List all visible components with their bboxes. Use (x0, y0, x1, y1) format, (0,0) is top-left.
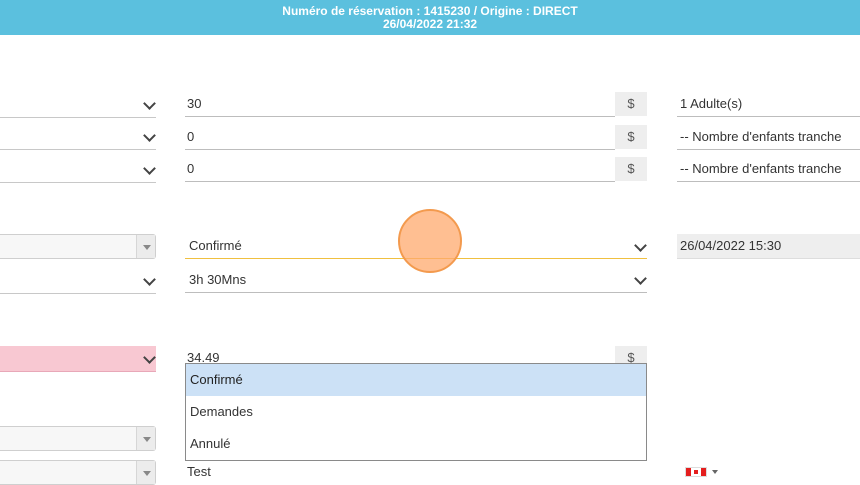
left-select-1[interactable] (0, 92, 156, 118)
left-select-4[interactable] (0, 268, 156, 294)
reservation-header: Numéro de réservation : 1415230 / Origin… (0, 0, 860, 35)
currency-addon-3: $ (615, 157, 647, 181)
duration-select[interactable]: 3h 30Mns (185, 268, 647, 293)
left-select-pink[interactable] (0, 346, 156, 372)
status-option-cancelled[interactable]: Annulé (186, 428, 646, 460)
adults-select[interactable]: 1 Adulte(s) (677, 92, 860, 117)
caret-down-icon[interactable] (712, 470, 718, 474)
chevron-down-icon (143, 128, 156, 142)
click-indicator (398, 209, 462, 273)
status-option-confirmed[interactable]: Confirmé (186, 364, 646, 396)
dropdown-arrow-icon (136, 427, 155, 450)
amount-field-2[interactable]: 0 (185, 125, 615, 150)
amount-field-1[interactable]: 30 (185, 92, 615, 117)
chevron-down-icon (143, 96, 156, 110)
chevron-down-icon (143, 272, 156, 286)
dropdown-arrow-icon (136, 235, 155, 258)
left-combo-1[interactable] (0, 234, 156, 259)
children-select-1[interactable]: -- Nombre d'enfants tranche (677, 125, 860, 150)
status-date-field: 26/04/2022 15:30 (677, 234, 860, 259)
left-combo-3[interactable] (0, 460, 156, 485)
chevron-down-icon (143, 161, 156, 175)
chevron-down-icon (143, 350, 156, 364)
left-combo-2[interactable] (0, 426, 156, 451)
left-select-2[interactable] (0, 124, 156, 150)
amount-field-3[interactable]: 0 (185, 157, 615, 182)
status-option-requests[interactable]: Demandes (186, 396, 646, 428)
status-dropdown-list[interactable]: Confirmé Demandes Annulé (185, 363, 647, 461)
children-select-2[interactable]: -- Nombre d'enfants tranche (677, 157, 860, 182)
reservation-datetime: 26/04/2022 21:32 (382, 17, 478, 31)
currency-addon-2: $ (615, 125, 647, 149)
left-select-3[interactable] (0, 157, 156, 183)
currency-addon-1: $ (615, 92, 647, 116)
canada-flag-icon[interactable] (685, 467, 707, 477)
name-field[interactable]: Test (185, 460, 615, 485)
